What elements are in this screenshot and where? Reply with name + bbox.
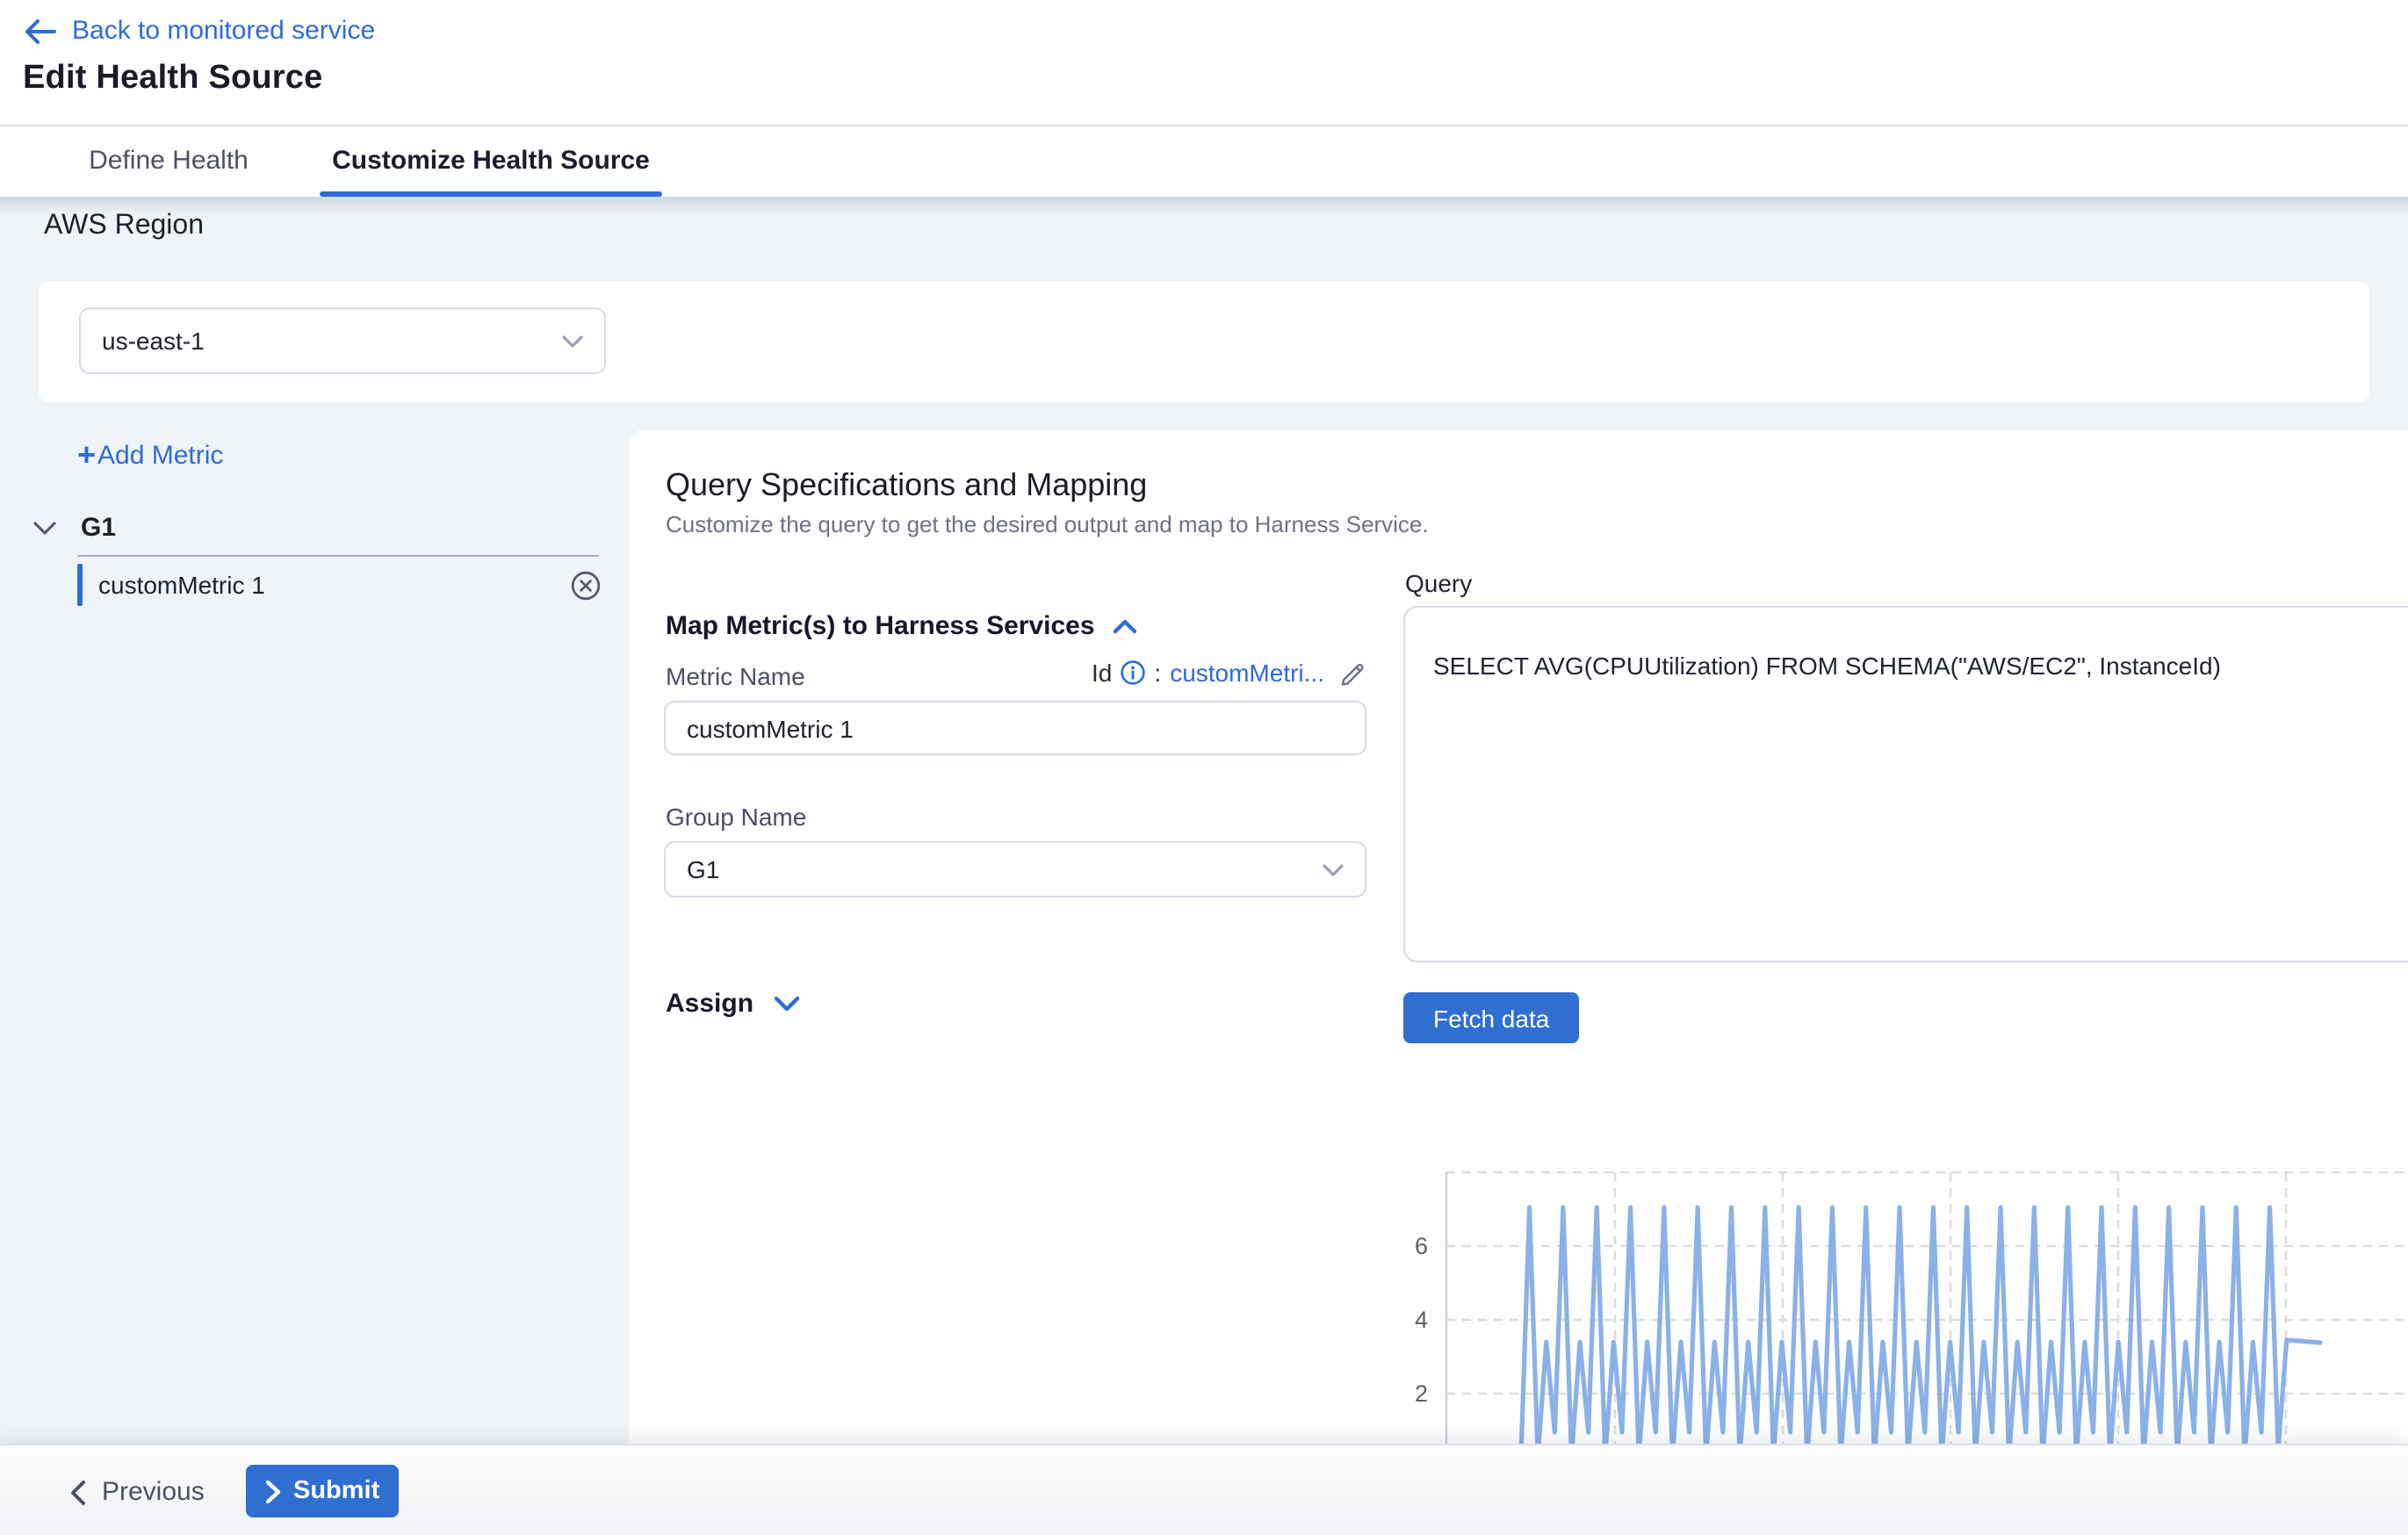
content-area: AWS Region us-east-1 + Add Metric G1 cus… bbox=[0, 197, 2408, 1444]
chevron-down-icon bbox=[1323, 863, 1344, 876]
metric-id-value[interactable]: customMetri... bbox=[1170, 659, 1324, 687]
back-link-label: Back to monitored service bbox=[72, 16, 375, 46]
panel-subheading: Customize the query to get the desired o… bbox=[666, 511, 1429, 537]
page-header: Back to monitored service Edit Health So… bbox=[0, 0, 2408, 126]
group-divider bbox=[77, 555, 599, 557]
metric-group-name: G1 bbox=[81, 513, 116, 543]
query-text-area[interactable]: SELECT AVG(CPUUtilization) FROM SCHEMA("… bbox=[1403, 606, 2408, 962]
health-source-tabs: Define Health Source Customize Health So… bbox=[0, 126, 2408, 197]
y-axis-tick-label: 4 bbox=[1398, 1306, 1428, 1332]
aws-region-select[interactable]: us-east-1 bbox=[79, 307, 606, 374]
selected-indicator-bar bbox=[77, 564, 83, 606]
group-name-label: Group Name bbox=[666, 803, 806, 831]
submit-button[interactable]: Submit bbox=[246, 1465, 399, 1517]
metric-id-row: Id : customMetri... bbox=[664, 659, 1366, 687]
assign-label: Assign bbox=[666, 989, 753, 1019]
edit-id-button[interactable] bbox=[1340, 659, 1366, 686]
chevron-down-icon bbox=[562, 335, 583, 347]
chevron-left-icon bbox=[70, 1480, 86, 1504]
chart-canvas bbox=[1398, 1159, 2408, 1444]
map-metrics-section-toggle[interactable]: Map Metric(s) to Harness Services bbox=[666, 611, 1137, 641]
edit-health-source-page: Back to monitored service Edit Health So… bbox=[0, 0, 2408, 1535]
back-to-monitored-service-link[interactable]: Back to monitored service bbox=[23, 16, 375, 46]
arrow-left-icon bbox=[23, 17, 56, 45]
chevron-right-icon bbox=[265, 1480, 281, 1503]
metric-item-label: customMetric 1 bbox=[98, 571, 571, 599]
metric-preview-chart: 6 4 2 bbox=[1398, 1159, 2408, 1444]
group-name-selected-value: G1 bbox=[687, 855, 719, 883]
panel-heading: Query Specifications and Mapping bbox=[666, 467, 1147, 504]
aws-region-card: us-east-1 bbox=[39, 281, 2369, 402]
delete-metric-button[interactable] bbox=[571, 570, 601, 600]
tab-customize-health-source[interactable]: Customize Health Source bbox=[332, 126, 650, 197]
info-icon[interactable] bbox=[1121, 660, 1145, 685]
page-title: Edit Health Source bbox=[23, 60, 322, 98]
pencil-icon bbox=[1340, 659, 1366, 686]
assign-section-toggle[interactable]: Assign bbox=[666, 989, 799, 1019]
query-specifications-panel: Query Specifications and Mapping Customi… bbox=[629, 430, 2408, 1444]
add-metric-label: Add Metric bbox=[97, 441, 223, 471]
y-axis-tick-label: 2 bbox=[1398, 1380, 1428, 1406]
previous-button[interactable]: Previous bbox=[70, 1467, 205, 1517]
group-name-select[interactable]: G1 bbox=[664, 841, 1366, 897]
fetch-data-button[interactable]: Fetch data bbox=[1403, 992, 1579, 1043]
query-label: Query bbox=[1405, 569, 1472, 597]
aws-region-selected-value: us-east-1 bbox=[102, 327, 205, 355]
plus-icon: + bbox=[77, 443, 96, 469]
chevron-down-icon bbox=[775, 996, 799, 1012]
id-colon: : bbox=[1154, 659, 1161, 687]
chevron-up-icon bbox=[1114, 619, 1137, 633]
aws-region-label: AWS Region bbox=[44, 211, 204, 242]
tab-define-health-source[interactable]: Define Health Source bbox=[44, 126, 293, 197]
metric-group-header[interactable]: G1 bbox=[33, 513, 116, 543]
metric-list-item[interactable]: customMetric 1 bbox=[77, 562, 601, 608]
circle-x-icon bbox=[571, 570, 601, 600]
map-metrics-section-title: Map Metric(s) to Harness Services bbox=[666, 611, 1095, 641]
footer-action-bar: Previous Submit bbox=[0, 1444, 2408, 1535]
metric-name-input[interactable] bbox=[664, 701, 1366, 755]
previous-label: Previous bbox=[102, 1477, 205, 1507]
chevron-down-icon bbox=[33, 521, 56, 535]
add-metric-button[interactable]: + Add Metric bbox=[77, 441, 223, 471]
submit-label: Submit bbox=[293, 1477, 379, 1505]
id-label: Id bbox=[1092, 659, 1112, 687]
y-axis-tick-label: 6 bbox=[1398, 1232, 1428, 1258]
